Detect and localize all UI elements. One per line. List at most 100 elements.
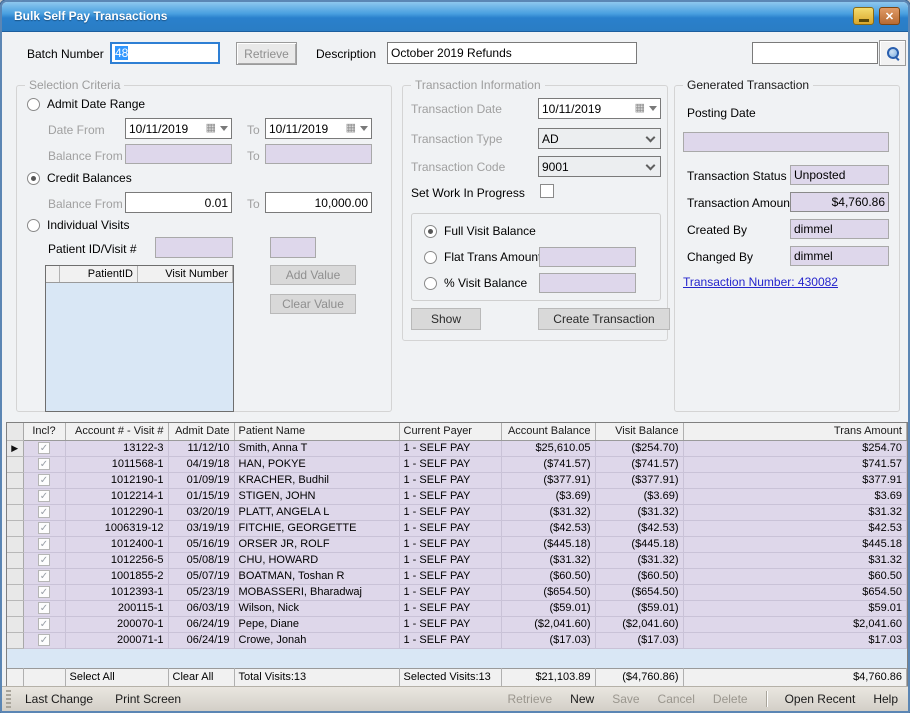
- account-link[interactable]: 1012400-1: [65, 536, 168, 552]
- account-link[interactable]: 1006319-12: [65, 520, 168, 536]
- row-selector[interactable]: [7, 456, 23, 472]
- row-selector[interactable]: [7, 472, 23, 488]
- include-cell[interactable]: ✓: [23, 552, 65, 568]
- include-cell[interactable]: ✓: [23, 488, 65, 504]
- include-cell[interactable]: ✓: [23, 504, 65, 520]
- row-selector[interactable]: [7, 616, 23, 632]
- account-link[interactable]: 200070-1: [65, 616, 168, 632]
- account-link[interactable]: 1012393-1: [65, 584, 168, 600]
- table-row[interactable]: ✓200070-106/24/19Pepe, Diane1 - SELF PAY…: [7, 616, 907, 632]
- grid-column-header[interactable]: Account # - Visit #: [65, 423, 168, 440]
- include-checkbox[interactable]: ✓: [38, 618, 50, 630]
- account-link[interactable]: 1011568-1: [65, 456, 168, 472]
- include-checkbox[interactable]: ✓: [38, 474, 50, 486]
- credit-balance-from-input[interactable]: 0.01: [125, 192, 232, 213]
- full-visit-balance-radio[interactable]: [424, 225, 437, 238]
- flat-trans-amount-radio[interactable]: [424, 251, 437, 264]
- row-selector[interactable]: [7, 632, 23, 648]
- individual-visits-radio[interactable]: [27, 219, 40, 232]
- include-cell[interactable]: ✓: [23, 520, 65, 536]
- include-checkbox[interactable]: ✓: [38, 634, 50, 646]
- table-row[interactable]: ✓1012290-103/20/19PLATT, ANGELA L1 - SEL…: [7, 504, 907, 520]
- grid-column-header[interactable]: Account Balance: [501, 423, 595, 440]
- transaction-type-select[interactable]: AD: [538, 128, 661, 149]
- table-row[interactable]: ▶✓13122-311/12/10Smith, Anna T1 - SELF P…: [7, 440, 907, 456]
- grid-column-header[interactable]: Incl?: [23, 423, 65, 440]
- table-row[interactable]: ✓1001855-205/07/19BOATMAN, Toshan R1 - S…: [7, 568, 907, 584]
- show-button[interactable]: Show: [411, 308, 481, 330]
- row-selector[interactable]: [7, 552, 23, 568]
- table-row[interactable]: ✓1012400-105/16/19ORSER JR, ROLF1 - SELF…: [7, 536, 907, 552]
- include-cell[interactable]: ✓: [23, 456, 65, 472]
- table-row[interactable]: ✓200115-106/03/19Wilson, Nick1 - SELF PA…: [7, 600, 907, 616]
- row-selector[interactable]: [7, 504, 23, 520]
- close-button[interactable]: ✕: [879, 7, 900, 25]
- table-row[interactable]: ✓1012190-101/09/19KRACHER, Budhil1 - SEL…: [7, 472, 907, 488]
- include-checkbox[interactable]: ✓: [38, 586, 50, 598]
- include-checkbox[interactable]: ✓: [38, 490, 50, 502]
- account-link[interactable]: 1012214-1: [65, 488, 168, 504]
- include-cell[interactable]: ✓: [23, 536, 65, 552]
- row-selector[interactable]: [7, 568, 23, 584]
- account-link[interactable]: 1012190-1: [65, 472, 168, 488]
- include-cell[interactable]: ✓: [23, 568, 65, 584]
- row-selector[interactable]: [7, 488, 23, 504]
- set-wip-checkbox[interactable]: [540, 184, 554, 198]
- include-checkbox[interactable]: ✓: [38, 506, 50, 518]
- current-row-indicator[interactable]: ▶: [7, 440, 23, 456]
- transaction-date-input[interactable]: 10/11/2019 ▦: [538, 98, 661, 119]
- grid-column-header[interactable]: Current Payer: [399, 423, 501, 440]
- new-button[interactable]: New: [570, 692, 594, 706]
- help-button[interactable]: Help: [873, 692, 898, 706]
- table-row[interactable]: ✓1012256-505/08/19CHU, HOWARD1 - SELF PA…: [7, 552, 907, 568]
- include-cell[interactable]: ✓: [23, 472, 65, 488]
- transaction-number-link[interactable]: Transaction Number: 430082: [683, 275, 838, 289]
- search-button[interactable]: [879, 40, 906, 66]
- grid-column-header[interactable]: Patient Name: [234, 423, 399, 440]
- clear-all-button[interactable]: Clear All: [168, 668, 234, 686]
- table-row[interactable]: ✓1006319-1203/19/19FITCHIE, GEORGETTE1 -…: [7, 520, 907, 536]
- table-row[interactable]: ✓1012214-101/15/19STIGEN, JOHN1 - SELF P…: [7, 488, 907, 504]
- include-cell[interactable]: ✓: [23, 600, 65, 616]
- admit-date-range-radio[interactable]: [27, 98, 40, 111]
- credit-balance-to-input[interactable]: 10,000.00: [265, 192, 372, 213]
- transactions-grid[interactable]: Incl?Account # - Visit #Admit DatePatien…: [6, 422, 908, 687]
- include-checkbox[interactable]: ✓: [38, 458, 50, 470]
- row-selector[interactable]: [7, 584, 23, 600]
- open-recent-button[interactable]: Open Recent: [785, 692, 856, 706]
- table-row[interactable]: ✓1011568-104/19/18HAN, POKYE1 - SELF PAY…: [7, 456, 907, 472]
- create-transaction-button[interactable]: Create Transaction: [538, 308, 670, 330]
- select-all-button[interactable]: Select All: [65, 668, 168, 686]
- include-checkbox[interactable]: ✓: [38, 538, 50, 550]
- include-checkbox[interactable]: ✓: [38, 602, 50, 614]
- account-link[interactable]: 13122-3: [65, 440, 168, 456]
- account-link[interactable]: 1012290-1: [65, 504, 168, 520]
- batch-number-input[interactable]: 48: [110, 42, 220, 64]
- grid-column-header[interactable]: Admit Date: [168, 423, 234, 440]
- description-input[interactable]: October 2019 Refunds: [387, 42, 637, 64]
- minimize-button[interactable]: [853, 7, 874, 25]
- include-cell[interactable]: ✓: [23, 584, 65, 600]
- table-row[interactable]: ✓1012393-105/23/19MOBASSERI, Bharadwaj1 …: [7, 584, 907, 600]
- row-selector[interactable]: [7, 536, 23, 552]
- account-link[interactable]: 200115-1: [65, 600, 168, 616]
- include-cell[interactable]: ✓: [23, 616, 65, 632]
- account-link[interactable]: 1012256-5: [65, 552, 168, 568]
- account-link[interactable]: 200071-1: [65, 632, 168, 648]
- transaction-code-select[interactable]: 9001: [538, 156, 661, 177]
- date-from-input[interactable]: 10/11/2019 ▦: [125, 118, 232, 139]
- last-change-button[interactable]: Last Change: [25, 692, 93, 706]
- search-input[interactable]: [752, 42, 878, 64]
- include-checkbox[interactable]: ✓: [38, 570, 50, 582]
- include-cell[interactable]: ✓: [23, 632, 65, 648]
- include-checkbox[interactable]: ✓: [38, 554, 50, 566]
- grid-column-header[interactable]: Trans Amount: [683, 423, 907, 440]
- include-checkbox[interactable]: ✓: [38, 442, 50, 454]
- credit-balances-radio[interactable]: [27, 172, 40, 185]
- patient-visit-list[interactable]: PatientID Visit Number: [45, 265, 234, 412]
- include-checkbox[interactable]: ✓: [38, 522, 50, 534]
- pct-visit-balance-radio[interactable]: [424, 277, 437, 290]
- grid-column-header[interactable]: Visit Balance: [595, 423, 683, 440]
- include-cell[interactable]: ✓: [23, 440, 65, 456]
- row-selector[interactable]: [7, 520, 23, 536]
